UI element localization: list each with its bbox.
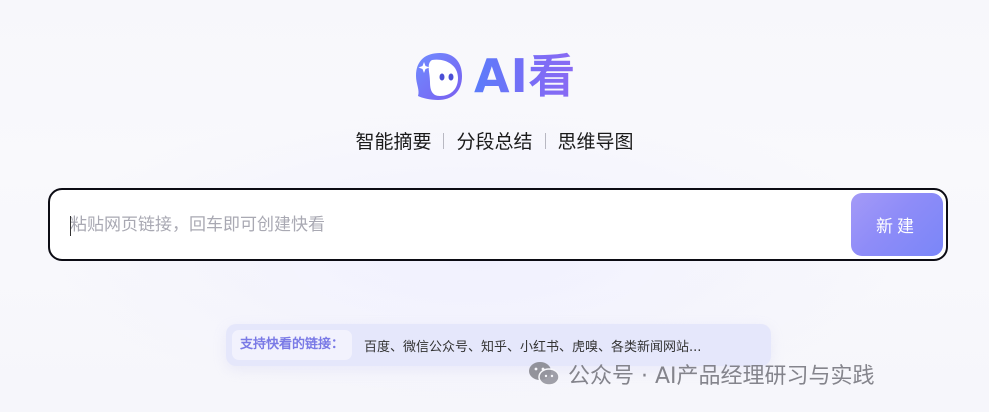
- tagline-divider: [544, 132, 546, 149]
- create-button[interactable]: 新建: [851, 193, 943, 256]
- feature-tagline: 智能摘要 分段总结 思维导图: [0, 127, 989, 154]
- wechat-watermark: 公众号 · AI产品经理研习与实践: [528, 358, 875, 390]
- tagline-item-summary: 智能摘要: [355, 131, 432, 153]
- supported-links-label: 支持快看的链接：: [232, 330, 353, 360]
- tagline-item-mindmap: 思维导图: [557, 131, 634, 153]
- tagline-item-segment-summary: 分段总结: [456, 131, 533, 153]
- app-logo: AI看: [412, 50, 576, 102]
- link-input-box: 新建: [48, 188, 948, 261]
- text-caret: [70, 216, 71, 236]
- logo-text: AI看: [474, 49, 576, 103]
- supported-links-list: 百度、微信公众号、知乎、小红书、虎嗅、各类新闻网站...: [364, 339, 702, 355]
- tagline-divider: [443, 132, 445, 149]
- watermark-text: 公众号 · AI产品经理研习与实践: [568, 364, 875, 389]
- link-input[interactable]: [50, 190, 851, 259]
- ghost-face-logo-icon: [412, 50, 464, 102]
- wechat-icon: [529, 362, 560, 386]
